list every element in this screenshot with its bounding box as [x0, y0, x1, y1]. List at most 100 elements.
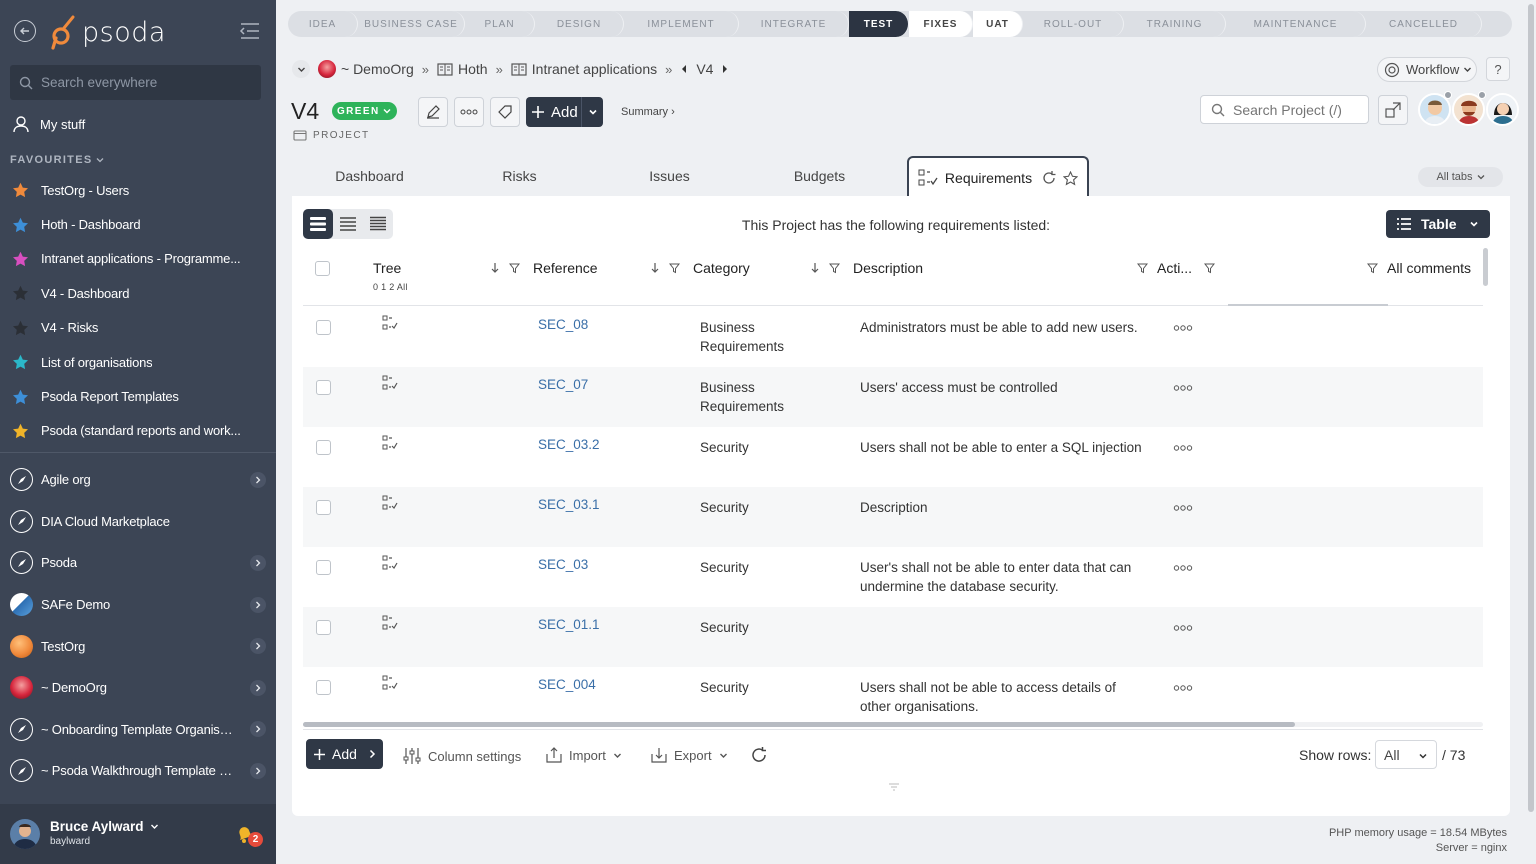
- column-category-sort[interactable]: Category: [650, 260, 750, 276]
- breadcrumb-dropdown-button[interactable]: [292, 60, 310, 78]
- filter-icon[interactable]: [1137, 263, 1148, 274]
- tab-dashboard[interactable]: Dashboard: [292, 156, 447, 196]
- next-icon[interactable]: [721, 64, 729, 74]
- help-button[interactable]: ?: [1486, 57, 1510, 81]
- row-checkbox[interactable]: [316, 500, 331, 515]
- import-button[interactable]: Import: [546, 747, 622, 763]
- breadcrumb-subprogramme[interactable]: Intranet applications: [511, 61, 657, 77]
- requirement-reference-link[interactable]: SEC_03: [538, 557, 588, 572]
- requirement-reference-link[interactable]: SEC_03.1: [538, 497, 600, 512]
- refresh-table-button[interactable]: [751, 747, 767, 763]
- table-row[interactable]: SEC_07 Business Requirements Users' access…: [303, 367, 1483, 427]
- row-checkbox[interactable]: [316, 320, 331, 335]
- column-actions[interactable]: Acti...: [1137, 260, 1216, 276]
- stage-maintenance[interactable]: MAINTENANCE: [1226, 11, 1366, 37]
- requirement-tree-icon[interactable]: [382, 555, 398, 571]
- tree-level-selector[interactable]: 0 1 2 All: [373, 282, 408, 292]
- stage-design[interactable]: DESIGN: [535, 11, 624, 37]
- breadcrumb-project[interactable]: V4: [680, 61, 729, 77]
- tab-risks[interactable]: Risks: [447, 156, 592, 196]
- row-actions-button[interactable]: [1173, 685, 1193, 691]
- user-avatar[interactable]: [10, 819, 40, 849]
- row-checkbox[interactable]: [316, 560, 331, 575]
- favourite-item[interactable]: Intranet applications - Programme...: [0, 242, 276, 276]
- show-rows-select[interactable]: All: [1375, 740, 1437, 769]
- project-search[interactable]: [1200, 95, 1369, 124]
- stage-idea[interactable]: IDEA: [288, 11, 358, 37]
- row-actions-button[interactable]: [1173, 505, 1193, 511]
- expand-org-button[interactable]: [250, 679, 266, 696]
- row-actions-button[interactable]: [1173, 445, 1193, 451]
- resize-grip-icon[interactable]: [888, 783, 900, 791]
- view-type-button[interactable]: Table: [1386, 210, 1490, 238]
- user-name[interactable]: Bruce Aylward: [50, 819, 159, 834]
- stage-cancelled[interactable]: CANCELLED: [1366, 11, 1482, 37]
- organisation-item[interactable]: ~ Psoda Walkthrough Template P...: [0, 750, 276, 792]
- breadcrumb-org[interactable]: ~ DemoOrg: [318, 60, 414, 78]
- add-button[interactable]: Add: [526, 97, 603, 127]
- favourite-item[interactable]: TestOrg - Users: [0, 173, 276, 207]
- open-external-button[interactable]: [1378, 95, 1408, 125]
- row-checkbox[interactable]: [316, 680, 331, 695]
- stage-fixes[interactable]: FIXES: [909, 11, 973, 37]
- column-reference-sort[interactable]: Reference: [490, 260, 598, 276]
- filter-icon[interactable]: [669, 263, 680, 274]
- row-checkbox[interactable]: [316, 620, 331, 635]
- status-badge[interactable]: GREEN: [332, 102, 397, 120]
- edit-button[interactable]: [418, 97, 448, 127]
- workflow-button[interactable]: Workflow: [1377, 57, 1477, 82]
- stage-implement[interactable]: IMPLEMENT: [624, 11, 739, 37]
- expand-org-button[interactable]: [250, 762, 266, 779]
- favourites-header[interactable]: FAVOURITES: [10, 154, 104, 166]
- summary-link[interactable]: Summary ›: [621, 106, 675, 118]
- column-description-sort[interactable]: Description: [810, 260, 923, 276]
- expand-org-button[interactable]: [250, 638, 266, 655]
- back-button[interactable]: [14, 20, 36, 42]
- tab-issues[interactable]: Issues: [592, 156, 747, 196]
- more-actions-button[interactable]: [454, 97, 484, 127]
- organisation-item[interactable]: Agile org: [0, 459, 276, 501]
- filter-icon[interactable]: [1204, 263, 1216, 274]
- table-row[interactable]: SEC_08 Business Requirements Administrator…: [303, 307, 1483, 367]
- refresh-icon[interactable]: [1042, 171, 1056, 185]
- stage-test[interactable]: TEST: [849, 11, 909, 37]
- requirement-tree-icon[interactable]: [382, 495, 398, 511]
- tag-button[interactable]: [490, 97, 520, 127]
- row-actions-button[interactable]: [1173, 625, 1193, 631]
- organisation-item[interactable]: ~ DemoOrg: [0, 667, 276, 709]
- requirement-reference-link[interactable]: SEC_03.2: [538, 437, 600, 452]
- page-scrollbar[interactable]: [1526, 0, 1536, 864]
- requirement-tree-icon[interactable]: [382, 375, 398, 391]
- column-tree[interactable]: Tree: [373, 260, 401, 276]
- all-tabs-button[interactable]: All tabs: [1418, 167, 1503, 187]
- filter-icon[interactable]: [829, 263, 840, 274]
- table-vertical-scrollbar[interactable]: [1483, 248, 1488, 286]
- row-actions-button[interactable]: [1173, 385, 1193, 391]
- organisation-item[interactable]: Psoda: [0, 542, 276, 584]
- stage-plan[interactable]: PLAN: [465, 11, 535, 37]
- user-panel[interactable]: Bruce Aylward baylward: [0, 804, 276, 864]
- global-search[interactable]: [10, 65, 261, 100]
- organisation-item[interactable]: DIA Cloud Marketplace: [0, 501, 276, 543]
- requirement-reference-link[interactable]: SEC_08: [538, 317, 588, 332]
- row-checkbox[interactable]: [316, 380, 331, 395]
- table-row[interactable]: SEC_03.2 Security Users shall not be able …: [303, 427, 1483, 487]
- requirement-tree-icon[interactable]: [382, 615, 398, 631]
- stage-roll-out[interactable]: ROLL-OUT: [1023, 11, 1124, 37]
- favourite-item[interactable]: List of organisations: [0, 345, 276, 379]
- table-row[interactable]: SEC_03.1 Security Description: [303, 487, 1483, 547]
- table-row[interactable]: SEC_004 Security Users shall not be able t…: [303, 667, 1483, 719]
- project-search-input[interactable]: [1233, 101, 1363, 118]
- table-row[interactable]: SEC_01.1 Security: [303, 607, 1483, 667]
- requirement-tree-icon[interactable]: [382, 435, 398, 451]
- favourite-item[interactable]: V4 - Dashboard: [0, 276, 276, 310]
- expand-org-button[interactable]: [250, 721, 266, 738]
- organisation-item[interactable]: SAFe Demo: [0, 584, 276, 626]
- column-comments[interactable]: All comments: [1367, 260, 1471, 276]
- star-icon[interactable]: [1063, 170, 1079, 186]
- row-checkbox[interactable]: [316, 440, 331, 455]
- requirement-tree-icon[interactable]: [382, 675, 398, 691]
- filter-icon[interactable]: [509, 263, 520, 274]
- expand-org-button[interactable]: [250, 554, 266, 571]
- expand-org-button[interactable]: [250, 471, 266, 488]
